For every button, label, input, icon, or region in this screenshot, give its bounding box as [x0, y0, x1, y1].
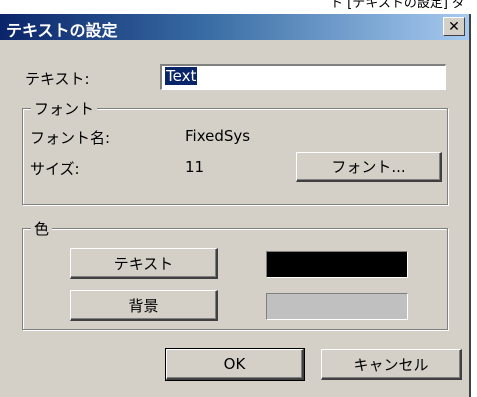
- font-name-value: FixedSys: [185, 127, 251, 145]
- background-color-button[interactable]: 背景: [70, 290, 218, 321]
- text-input-value: Text: [165, 67, 198, 85]
- text-settings-dialog: テキストの設定 ✕ テキスト: Text フォント フォント名: FixedSy…: [0, 14, 471, 397]
- text-color-swatch: [266, 251, 408, 278]
- color-group-title: 色: [31, 218, 53, 239]
- dialog-title: テキストの設定: [6, 21, 118, 40]
- close-icon: ✕: [448, 18, 460, 35]
- text-color-button[interactable]: テキスト: [70, 248, 218, 279]
- font-size-label: サイズ:: [30, 160, 80, 178]
- font-size-value: 11: [185, 158, 205, 176]
- background-color-swatch: [266, 293, 408, 320]
- title-bar[interactable]: テキストの設定 ✕: [0, 14, 469, 40]
- text-label: テキスト:: [25, 70, 90, 88]
- background-caption: ト [テキストの設定] ダイアロ: [330, 0, 466, 11]
- text-input[interactable]: Text: [160, 64, 446, 90]
- ok-button[interactable]: OK: [165, 348, 305, 381]
- close-button[interactable]: ✕: [443, 17, 465, 36]
- background-window-strip: ト [テキストの設定] ダイアロ: [0, 0, 477, 14]
- font-name-label: フォント名:: [30, 129, 111, 147]
- font-group-title: フォント: [31, 98, 98, 119]
- font-button[interactable]: フォント...: [296, 152, 442, 182]
- cancel-button[interactable]: キャンセル: [321, 349, 462, 380]
